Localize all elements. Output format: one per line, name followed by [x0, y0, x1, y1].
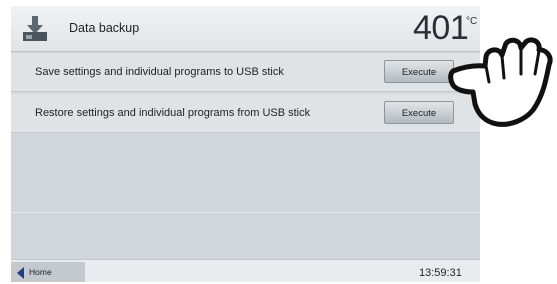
restore-settings-row: Restore settings and individual programs…	[11, 94, 480, 133]
save-execute-button[interactable]: Execute	[384, 60, 454, 83]
usb-backup-icon	[23, 16, 47, 41]
divider	[11, 212, 480, 213]
pointing-hand-icon	[448, 37, 553, 127]
restore-settings-label: Restore settings and individual programs…	[35, 107, 311, 119]
page-title: Data backup	[69, 21, 140, 35]
home-label: Home	[29, 267, 52, 277]
empty-content-area	[11, 134, 480, 259]
home-button[interactable]: Home	[11, 262, 85, 282]
save-settings-row: Save settings and individual programs to…	[11, 53, 480, 92]
header-bar: Data backup 401 °C	[11, 6, 480, 52]
footer-bar: Home 13:59:31	[11, 259, 480, 282]
restore-execute-button[interactable]: Execute	[384, 101, 454, 124]
temperature-unit: °C	[466, 16, 478, 27]
save-settings-label: Save settings and individual programs to…	[35, 66, 284, 78]
device-screen: Data backup 401 °C Save settings and ind…	[11, 6, 480, 282]
clock: 13:59:31	[419, 267, 462, 279]
back-arrow-icon	[17, 267, 24, 279]
